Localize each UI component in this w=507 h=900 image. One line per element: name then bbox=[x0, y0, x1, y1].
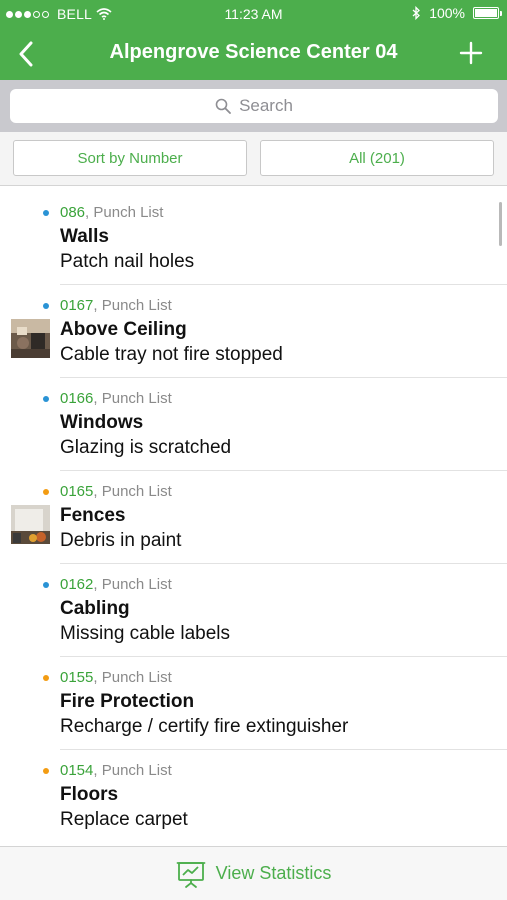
status-dot bbox=[43, 489, 49, 495]
item-number: 0155 bbox=[60, 669, 94, 686]
search-icon bbox=[215, 98, 231, 114]
item-description: Missing cable labels bbox=[60, 623, 231, 644]
item-type: Punch List bbox=[101, 669, 172, 686]
add-button[interactable] bbox=[453, 35, 489, 71]
item-number: 0162 bbox=[60, 576, 94, 593]
status-bar: BELL 11:23 AM 100% bbox=[0, 0, 507, 28]
item-name: Fences bbox=[60, 505, 126, 526]
status-dot bbox=[43, 210, 49, 216]
nav-bar: Alpengrove Science Center 04 bbox=[0, 28, 507, 80]
list-item[interactable]: 0166, Punch List Windows Glazing is scra… bbox=[0, 378, 507, 471]
item-description: Debris in paint bbox=[60, 530, 182, 551]
top-bar: BELL 11:23 AM 100% Alpengrove Science Ce… bbox=[0, 0, 507, 80]
battery-label: 100% bbox=[429, 5, 465, 21]
status-dot bbox=[43, 582, 49, 588]
status-dot bbox=[43, 675, 49, 681]
item-name: Floors bbox=[60, 784, 119, 805]
item-number: 086 bbox=[60, 204, 86, 221]
item-description: Cable tray not fire stopped bbox=[60, 344, 283, 365]
list-item[interactable]: 086, Punch List Walls Patch nail holes bbox=[0, 192, 507, 285]
item-name: Above Ceiling bbox=[60, 319, 187, 340]
list-item[interactable]: 0155, Punch List Fire Protection Recharg… bbox=[0, 657, 507, 750]
item-description: Patch nail holes bbox=[60, 251, 195, 272]
item-type: Punch List bbox=[101, 576, 172, 593]
item-name: Windows bbox=[60, 412, 144, 433]
photo-thumbnail bbox=[11, 319, 50, 358]
item-type: Punch List bbox=[101, 762, 172, 779]
item-name: Walls bbox=[60, 226, 109, 247]
item-type: Punch List bbox=[101, 297, 172, 314]
item-meta: 086, Punch List bbox=[60, 204, 164, 221]
search-input[interactable]: Search bbox=[10, 89, 498, 123]
presentation-chart-icon bbox=[176, 861, 206, 888]
page-title: Alpengrove Science Center 04 bbox=[109, 41, 398, 63]
item-type: Punch List bbox=[93, 204, 164, 221]
status-dot bbox=[43, 768, 49, 774]
item-number: 0166 bbox=[60, 390, 94, 407]
item-meta: 0154, Punch List bbox=[60, 762, 172, 779]
item-number: 0167 bbox=[60, 297, 94, 314]
item-number: 0154 bbox=[60, 762, 94, 779]
item-name: Fire Protection bbox=[60, 691, 195, 712]
item-type: Punch List bbox=[101, 483, 172, 500]
photo-thumbnail bbox=[11, 505, 50, 544]
status-dot bbox=[43, 303, 49, 309]
item-meta: 0155, Punch List bbox=[60, 669, 172, 686]
search-placeholder: Search bbox=[239, 96, 293, 115]
view-statistics-label: View Statistics bbox=[215, 863, 332, 883]
bluetooth-icon bbox=[412, 6, 421, 20]
item-description: Recharge / certify fire extinguisher bbox=[60, 716, 349, 737]
view-statistics-button[interactable]: View Statistics bbox=[0, 846, 507, 900]
battery-icon bbox=[473, 7, 502, 19]
status-dot bbox=[43, 396, 49, 402]
item-name: Cabling bbox=[60, 598, 130, 619]
back-button[interactable] bbox=[8, 36, 44, 72]
scrollbar[interactable] bbox=[499, 202, 502, 246]
item-meta: 0165, Punch List bbox=[60, 483, 172, 500]
item-meta: 0166, Punch List bbox=[60, 390, 172, 407]
status-right: 100% bbox=[412, 5, 502, 21]
item-number: 0165 bbox=[60, 483, 94, 500]
search-bar: Search bbox=[0, 80, 507, 132]
sort-button[interactable]: Sort by Number bbox=[13, 140, 247, 176]
list-item[interactable]: 0165, Punch List Fences Debris in paint bbox=[0, 471, 507, 564]
filter-bar: Sort by Number All (201) bbox=[0, 132, 507, 186]
list-item[interactable]: 0167, Punch List Above Ceiling Cable tra… bbox=[0, 285, 507, 378]
item-description: Replace carpet bbox=[60, 809, 188, 830]
filter-all-button[interactable]: All (201) bbox=[260, 140, 494, 176]
item-description: Glazing is scratched bbox=[60, 437, 232, 458]
list-item[interactable]: 0154, Punch List Floors Replace carpet bbox=[0, 750, 507, 843]
plus-icon bbox=[459, 41, 483, 65]
item-meta: 0162, Punch List bbox=[60, 576, 172, 593]
punch-list: 086, Punch List Walls Patch nail holes 0… bbox=[0, 192, 507, 846]
item-meta: 0167, Punch List bbox=[60, 297, 172, 314]
item-type: Punch List bbox=[101, 390, 172, 407]
chevron-left-icon bbox=[19, 41, 33, 67]
list-item[interactable]: 0162, Punch List Cabling Missing cable l… bbox=[0, 564, 507, 657]
